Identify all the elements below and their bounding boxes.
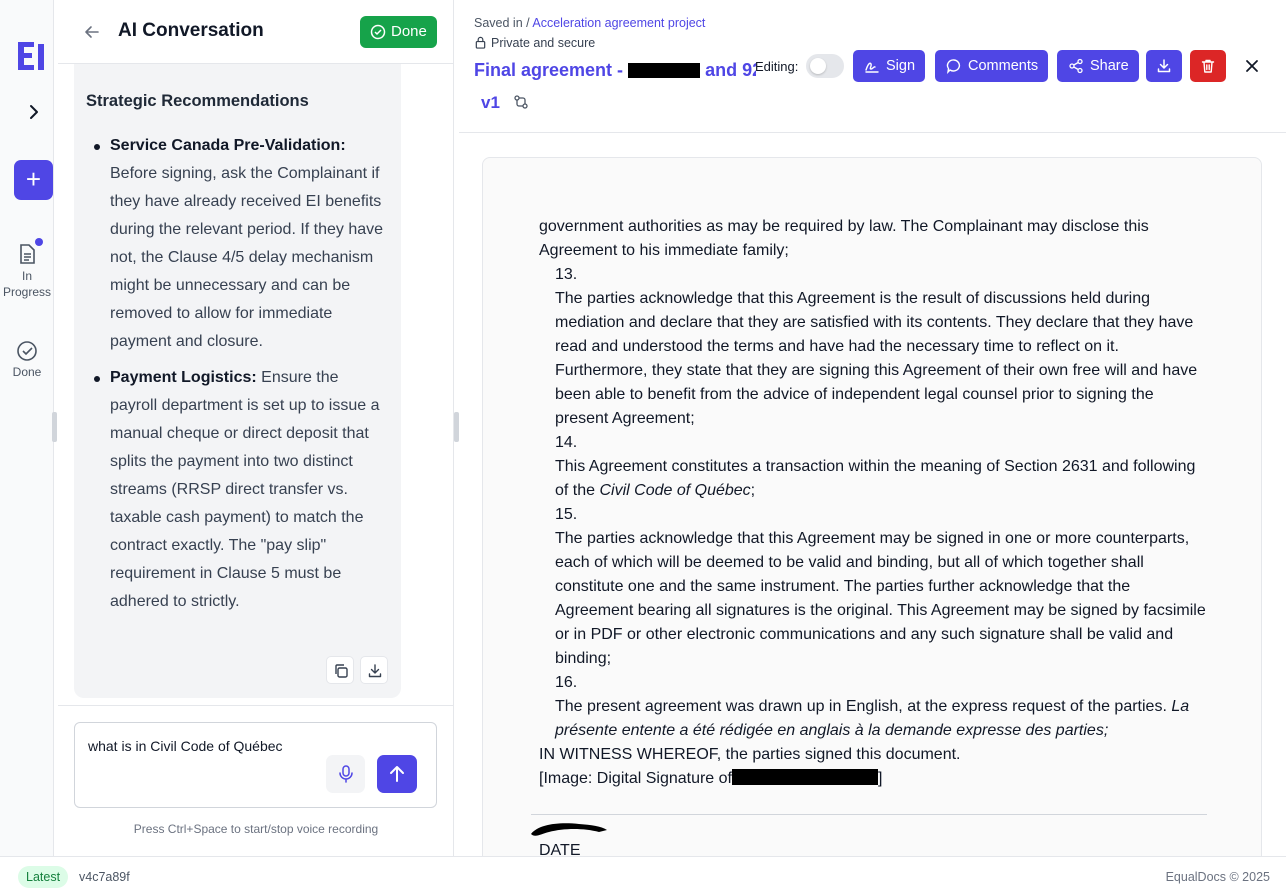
- rail-item-label: In Progress: [2, 269, 52, 299]
- privacy-status: Private and secure: [474, 36, 595, 50]
- breadcrumb-prefix: Saved in /: [474, 16, 530, 30]
- redaction-block: [628, 63, 701, 78]
- share-icon: [1069, 58, 1083, 74]
- title-part: and 92: [705, 60, 756, 80]
- assistant-message: Strategic Recommendations Service Canada…: [74, 64, 401, 698]
- copy-icon: [335, 664, 348, 678]
- rail-item-label: Done: [12, 365, 42, 379]
- comments-button-label: Comments: [968, 58, 1039, 74]
- clause-number: 14.: [555, 434, 578, 451]
- chat-input[interactable]: what is in Civil Code of Québec: [74, 722, 437, 808]
- trash-icon: [1201, 59, 1215, 73]
- clause-number: 13.: [555, 266, 578, 283]
- version-label[interactable]: v1: [481, 93, 500, 113]
- microphone-icon: [339, 765, 353, 783]
- done-button[interactable]: Done: [360, 16, 437, 48]
- divider: [58, 705, 454, 706]
- left-rail: + In Progress Done: [0, 0, 54, 856]
- send-button[interactable]: [377, 755, 417, 793]
- delete-button[interactable]: [1190, 50, 1226, 82]
- chat-input-value[interactable]: what is in Civil Code of Québec: [88, 738, 283, 754]
- copyright: EqualDocs © 2025: [1165, 870, 1270, 884]
- breadcrumb: Saved in / Acceleration agreement projec…: [474, 16, 705, 30]
- version-hash: v4c7a89f: [79, 870, 130, 884]
- chat-header: AI Conversation Done: [58, 0, 454, 64]
- text-run-italic: Civil Code of Québec: [599, 482, 751, 499]
- text-run: The present agreement was drawn up in En…: [555, 698, 1172, 715]
- share-button-label: Share: [1090, 58, 1129, 74]
- download-button[interactable]: [1146, 50, 1182, 82]
- redaction-block: [732, 769, 878, 785]
- list-item-body: Ensure the payroll department is set up …: [110, 369, 380, 610]
- sign-button-label: Sign: [886, 58, 916, 74]
- chat-panel: AI Conversation Done Strategic Recommend…: [58, 0, 454, 856]
- message-list: Service Canada Pre-Validation: Before si…: [86, 132, 386, 624]
- list-item-title: Service Canada Pre-Validation:: [110, 137, 346, 154]
- arrow-up-icon: [390, 766, 404, 782]
- done-button-label: Done: [391, 23, 427, 40]
- download-icon: [368, 664, 382, 678]
- message-heading: Strategic Recommendations: [86, 92, 309, 110]
- resize-handle[interactable]: [52, 412, 57, 442]
- signature-line: [531, 814, 1207, 815]
- equaldocs-logo-icon[interactable]: [14, 38, 50, 74]
- document-paragraph: IN WITNESS WHEREOF, the parties signed t…: [539, 746, 961, 763]
- lock-icon: [475, 36, 486, 49]
- list-item-title: Payment Logistics:: [110, 369, 257, 386]
- document-paragraph: The present agreement was drawn up in En…: [539, 695, 1209, 743]
- list-item: Service Canada Pre-Validation: Before si…: [86, 132, 386, 356]
- document-paragraph: The parties acknowledge that this Agreem…: [555, 290, 1198, 427]
- check-circle-icon: [16, 340, 38, 362]
- editing-toggle[interactable]: [806, 54, 844, 78]
- clause-number: 15.: [555, 506, 578, 523]
- voice-hint: Press Ctrl+Space to start/stop voice rec…: [133, 822, 379, 836]
- download-message-button[interactable]: [360, 656, 388, 684]
- status-badge: Latest: [18, 866, 69, 888]
- signature-image-caption: [Image: Digital Signature of]: [539, 767, 1209, 791]
- comments-button[interactable]: Comments: [935, 50, 1049, 82]
- rail-item-in-progress[interactable]: In Progress: [0, 238, 54, 300]
- signature-icon: [865, 62, 879, 73]
- version-branch-icon[interactable]: [513, 94, 529, 110]
- document-panel: Saved in / Acceleration agreement projec…: [459, 0, 1286, 877]
- document-page[interactable]: government authorities as may be require…: [482, 157, 1262, 877]
- document-icon: [16, 238, 43, 265]
- list-item: Payment Logistics: Ensure the payroll de…: [86, 364, 386, 616]
- divider: [459, 132, 1286, 133]
- check-circle-icon: [370, 24, 386, 40]
- copy-button[interactable]: [326, 656, 354, 684]
- breadcrumb-project-link[interactable]: Acceleration agreement project: [532, 16, 705, 30]
- document-body: government authorities as may be require…: [539, 215, 1209, 791]
- chevron-right-icon[interactable]: [22, 100, 46, 124]
- share-button[interactable]: Share: [1057, 50, 1139, 82]
- signature-scribble-icon: [531, 823, 607, 836]
- close-icon[interactable]: [1243, 57, 1261, 75]
- title-part: Final agreement -: [474, 60, 624, 80]
- download-icon: [1157, 59, 1171, 73]
- comment-icon: [946, 59, 961, 74]
- sign-button[interactable]: Sign: [853, 50, 926, 82]
- document-paragraph: government authorities as may be require…: [539, 218, 1149, 259]
- microphone-button[interactable]: [326, 755, 365, 793]
- chat-title: AI Conversation: [118, 20, 264, 41]
- list-item-body: Before signing, ask the Complainant if t…: [110, 165, 384, 350]
- rail-item-done[interactable]: Done: [0, 340, 54, 379]
- back-arrow-icon[interactable]: [82, 22, 102, 42]
- clause-number: 16.: [555, 674, 578, 691]
- text-run: [Image: Digital Signature of: [539, 770, 732, 787]
- document-title[interactable]: Final agreement - and 92: [474, 60, 756, 81]
- new-document-button[interactable]: +: [14, 160, 53, 200]
- notification-dot: [35, 238, 43, 246]
- text-run: ;: [750, 482, 756, 499]
- footer: Latest v4c7a89f EqualDocs © 2025: [0, 856, 1286, 894]
- document-paragraph: This Agreement constitutes a transaction…: [539, 455, 1209, 503]
- text-run: ]: [878, 770, 883, 787]
- document-paragraph: The parties acknowledge that this Agreem…: [555, 530, 1206, 667]
- editing-label: Editing:: [755, 59, 799, 74]
- privacy-label: Private and secure: [491, 36, 596, 50]
